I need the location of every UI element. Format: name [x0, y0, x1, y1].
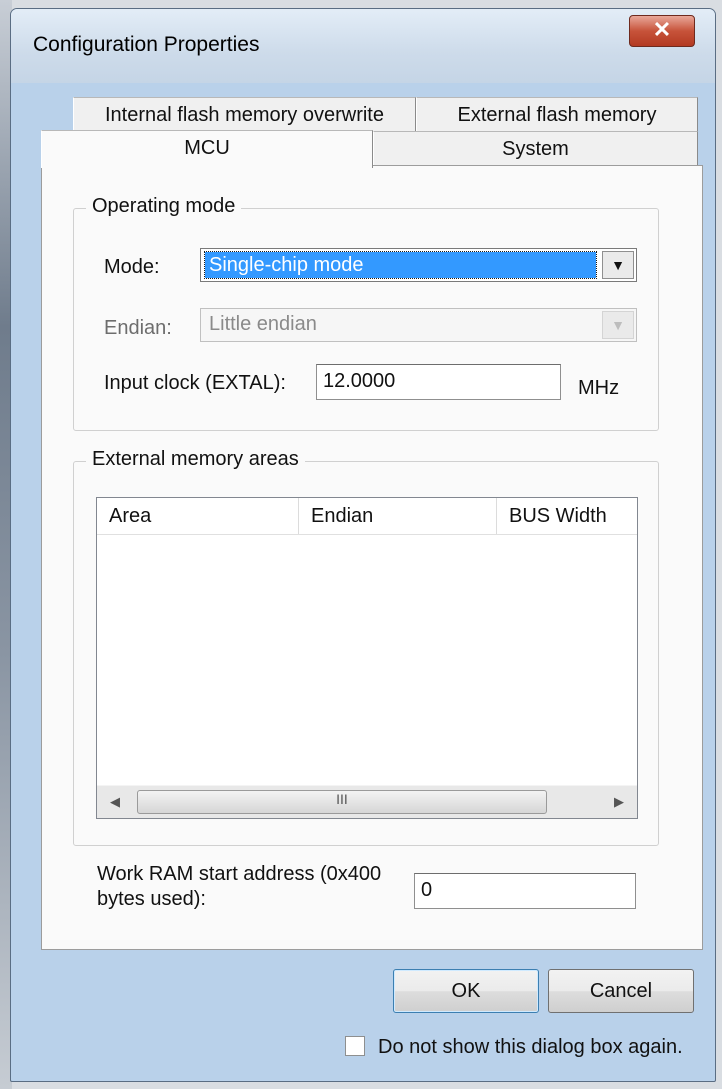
operating-mode-legend: Operating mode	[86, 195, 242, 218]
tab-mcu[interactable]: MCU	[41, 130, 373, 168]
work-ram-label-line1: Work RAM start address (0x400	[97, 863, 382, 885]
mode-selected-value: Single-chip mode	[204, 251, 597, 279]
work-ram-start-address-field[interactable]: 0	[414, 873, 636, 909]
column-header-endian[interactable]: Endian	[299, 498, 497, 534]
close-button[interactable]: ✕	[629, 15, 695, 47]
column-header-area[interactable]: Area	[97, 498, 299, 534]
tab-system[interactable]: System	[373, 131, 698, 165]
ok-button[interactable]: OK	[393, 969, 539, 1013]
scroll-thumb[interactable]: III	[137, 790, 547, 814]
tab-internal-flash-memory-overwrite[interactable]: Internal flash memory overwrite	[73, 97, 416, 131]
mode-dropdown[interactable]: Single-chip mode ▼	[200, 248, 637, 282]
endian-dropdown: Little endian ▼	[200, 308, 637, 342]
do-not-show-checkbox[interactable]	[345, 1036, 365, 1056]
tab-label: System	[502, 138, 569, 160]
mode-label: Mode:	[104, 256, 160, 278]
cancel-button[interactable]: Cancel	[548, 969, 694, 1013]
external-memory-table[interactable]: Area Endian BUS Width ◀ III ▶	[96, 497, 638, 819]
work-ram-label: Work RAM start address (0x400 bytes used…	[97, 862, 381, 912]
tab-label: MCU	[184, 137, 230, 159]
work-ram-label-line2: bytes used):	[97, 888, 206, 910]
do-not-show-label[interactable]: Do not show this dialog box again.	[378, 1036, 683, 1059]
table-header: Area Endian BUS Width	[97, 498, 637, 535]
horizontal-scrollbar[interactable]: ◀ III ▶	[97, 785, 637, 818]
external-memory-legend: External memory areas	[86, 448, 305, 471]
tab-label: Internal flash memory overwrite	[105, 104, 384, 126]
close-icon: ✕	[652, 17, 672, 42]
endian-label: Endian:	[104, 317, 172, 339]
input-clock-label: Input clock (EXTAL):	[104, 372, 286, 394]
scroll-right-icon[interactable]: ▶	[601, 786, 637, 818]
column-header-bus-width[interactable]: BUS Width	[497, 498, 639, 534]
scroll-left-icon[interactable]: ◀	[97, 786, 133, 818]
grip-icon: III	[336, 791, 348, 807]
dialog-title: Configuration Properties	[33, 33, 260, 56]
endian-selected-value: Little endian	[209, 313, 317, 335]
chevron-down-icon[interactable]: ▼	[602, 251, 634, 279]
clock-unit-label: MHz	[578, 377, 620, 399]
chevron-down-icon: ▼	[602, 311, 634, 339]
tab-label: External flash memory	[457, 104, 657, 126]
title-bar[interactable]: Configuration Properties ✕	[11, 9, 715, 83]
input-clock-field[interactable]: 12.0000	[316, 364, 561, 400]
tab-external-flash-memory[interactable]: External flash memory	[416, 97, 698, 131]
